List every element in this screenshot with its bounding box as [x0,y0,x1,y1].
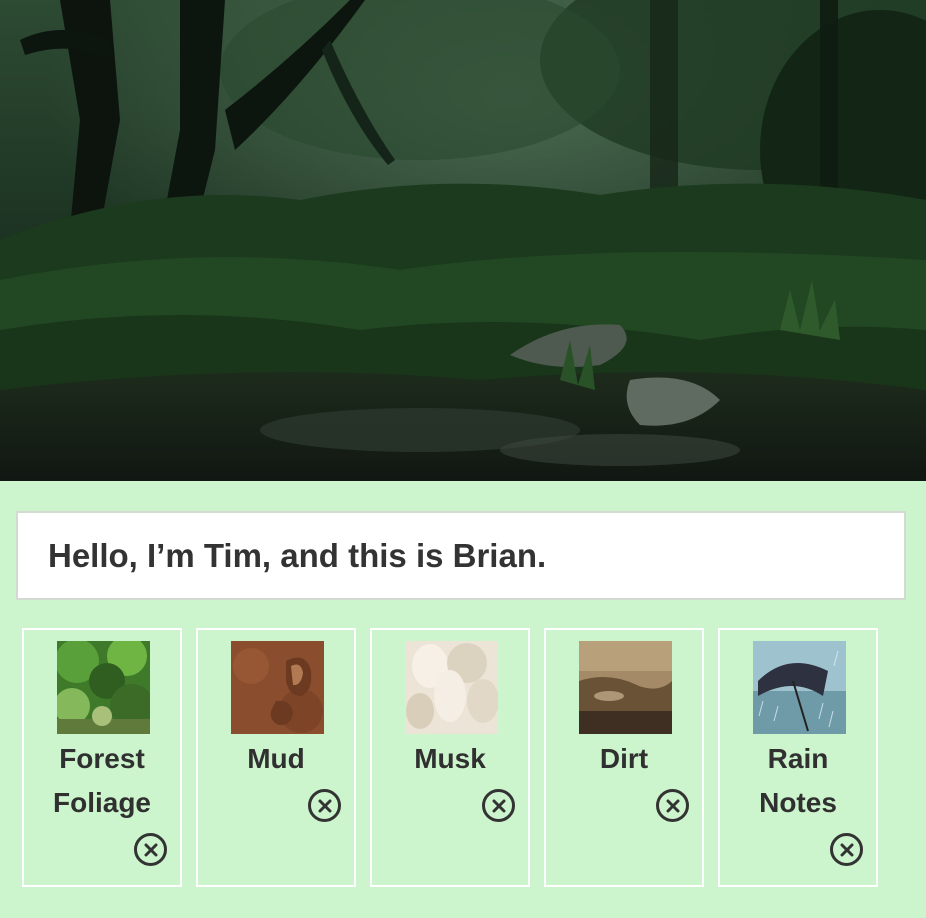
card-label: Dirt [599,743,649,774]
card-label: Mud [247,743,305,774]
scent-card-rain-notes[interactable]: Rain Notes [718,628,878,887]
scent-card-dirt[interactable]: Dirt [544,628,704,887]
dirt-thumbnail [579,641,672,734]
close-circle-icon[interactable] [830,833,863,866]
close-circle-icon[interactable] [134,833,167,866]
scent-cards-row: Forest Foliage Mud Musk Dirt Rain Notes [22,628,882,887]
scent-card-mud[interactable]: Mud [196,628,356,887]
musk-thumbnail [405,641,498,734]
message-text-field[interactable]: Hello, I’m Tim, and this is Brian. [16,511,906,600]
close-circle-icon[interactable] [482,789,515,822]
card-label: Musk [414,743,486,774]
card-label: Rain Notes [759,743,837,818]
close-circle-icon[interactable] [656,789,689,822]
close-circle-icon[interactable] [308,789,341,822]
card-label: Forest Foliage [52,743,151,818]
message-text: Hello, I’m Tim, and this is Brian. [48,536,547,574]
rain-thumbnail [753,641,846,734]
scent-card-forest-foliage[interactable]: Forest Foliage [22,628,182,887]
hero-image [0,0,926,481]
foliage-thumbnail [57,641,150,734]
scent-card-musk[interactable]: Musk [370,628,530,887]
mud-thumbnail [231,641,324,734]
